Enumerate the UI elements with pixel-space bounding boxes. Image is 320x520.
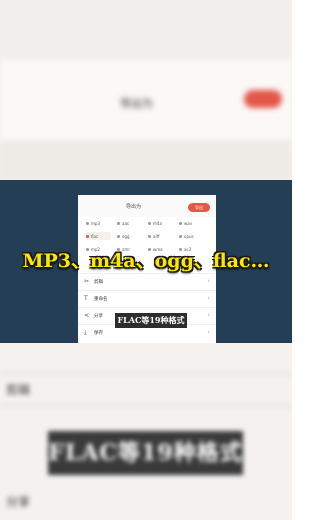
blurred-menu-row: 剪辑 [6, 383, 31, 397]
download-icon: ⤓ [84, 329, 87, 336]
radio-icon [179, 234, 182, 238]
dialog-header: 导出为 导出 [78, 195, 216, 217]
menu-item-rename[interactable]: T 重命名 › [78, 290, 216, 307]
text-icon: T [84, 295, 88, 302]
menu-item-label: 剪辑 [94, 280, 103, 285]
blurred-divider [0, 373, 292, 374]
radio-icon [86, 221, 89, 225]
video-caption: MP3、m4a、ogg、flac… [22, 250, 270, 272]
scissors-icon: ✂ [84, 278, 90, 285]
format-option-wav[interactable]: wav [179, 219, 204, 227]
chevron-right-icon: › [207, 277, 210, 285]
format-option-aac[interactable]: aac [117, 219, 142, 227]
radio-selected-icon [86, 234, 89, 238]
menu-item-label: 重命名 [94, 297, 108, 302]
format-option-m4a[interactable]: m4a [148, 219, 173, 227]
format-option-label: m4a [153, 220, 162, 226]
menu-item-label: 保存 [94, 331, 103, 336]
blurred-menu-row: 分享 [6, 495, 31, 509]
blurred-header: 导出为 [0, 60, 292, 150]
video-frame: 导出为 导出为 导出 mp3 aac m4a wav flac ogg aiff opus mp… [0, 0, 292, 520]
blurred-divider [0, 405, 292, 406]
blurred-format-row [0, 140, 292, 180]
radio-icon [117, 221, 120, 225]
format-option-ogg[interactable]: ogg [117, 232, 142, 240]
chevron-right-icon: › [207, 328, 210, 336]
dialog-title: 导出为 [126, 204, 142, 210]
share-icon: ⋖ [84, 312, 90, 319]
menu-item-trim[interactable]: ✂ 剪辑 › [78, 273, 216, 290]
format-option-label: aiff [153, 233, 160, 239]
format-option-label: ogg [122, 233, 130, 239]
blurred-background-bottom: 剪辑 分享 FLAC等19种格式 [0, 343, 292, 520]
export-button[interactable]: 导出 [188, 203, 210, 212]
blurred-format-label: FLAC等19种格式 [48, 431, 243, 475]
format-option-opus[interactable]: opus [179, 232, 204, 240]
format-option-label: opus [184, 233, 194, 239]
format-option-mp3[interactable]: mp3 [86, 219, 111, 227]
blurred-header-title: 导出为 [120, 97, 153, 110]
action-menu: ✂ 剪辑 › T 重命名 › ⋖ 分享 › ⤓ 保存 › [78, 273, 216, 341]
blurred-export-badge [244, 90, 282, 108]
radio-icon [148, 221, 151, 225]
chevron-right-icon: › [207, 311, 210, 319]
format-option-label: flac [91, 233, 99, 239]
radio-icon [179, 221, 182, 225]
blurred-background-top: 导出为 [0, 0, 292, 180]
format-option-flac[interactable]: flac [86, 232, 111, 240]
format-option-label: aac [122, 220, 130, 226]
format-option-label: wav [184, 220, 193, 226]
format-count-label: FLAC等19种格式 [115, 313, 187, 328]
menu-item-label: 分享 [94, 314, 103, 319]
format-option-aiff[interactable]: aiff [148, 232, 173, 240]
radio-icon [148, 234, 151, 238]
radio-icon [117, 234, 120, 238]
chevron-right-icon: › [207, 294, 210, 302]
format-option-label: mp3 [91, 220, 100, 226]
